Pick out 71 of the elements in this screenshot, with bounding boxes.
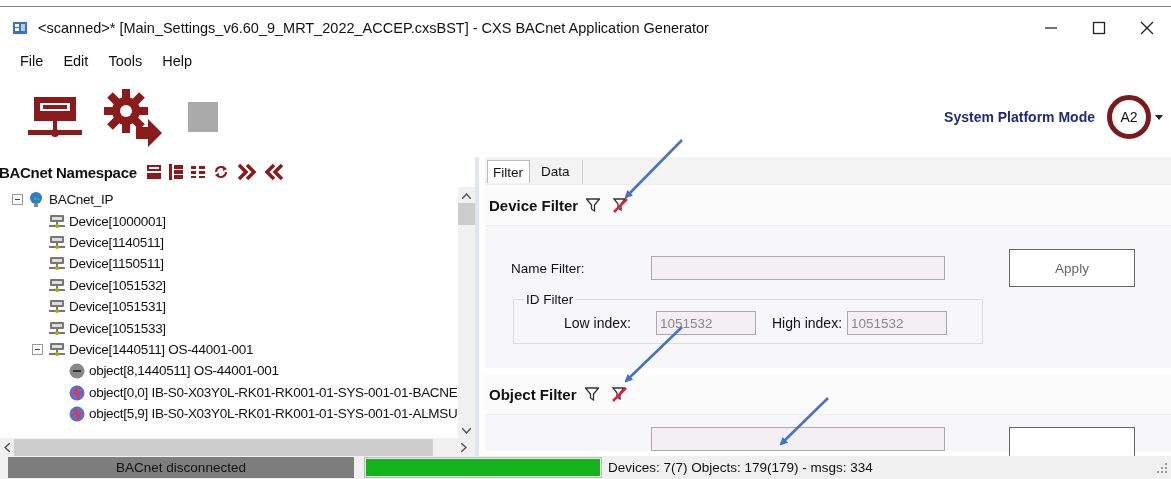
tree-item[interactable]: Device[1150511] — [69, 256, 164, 272]
collapse-all-icon[interactable] — [264, 163, 285, 181]
window-title: <scanned>* [Main_Settings_v6.60_9_MRT_2022_ACCEP.cxsBST] - CXS BACnet Application Generator — [38, 20, 710, 36]
maximize-icon[interactable] — [1092, 21, 1106, 35]
menu-item[interactable]: Tools — [108, 53, 143, 77]
app-icon — [12, 20, 28, 36]
tree-item[interactable]: Device[1000001] — [69, 213, 166, 229]
resize-grip-icon[interactable] — [1157, 462, 1167, 473]
tab[interactable]: Data — [533, 160, 583, 184]
close-icon[interactable] — [1140, 21, 1154, 35]
menu-item[interactable]: Edit — [63, 53, 89, 77]
expand-all-icon[interactable] — [236, 163, 257, 181]
panel-title: BACnet Namespace — [0, 163, 137, 181]
expand-toggle[interactable] — [32, 343, 43, 355]
apply-button[interactable] — [1009, 427, 1135, 456]
field-label: Name Filter: — [511, 260, 586, 276]
status-summary: Devices: 7(7) Objects: 179(179) - msgs: 334 — [608, 460, 873, 475]
tree-item[interactable]: Device[1051532] — [69, 277, 166, 293]
server-icon — [48, 298, 66, 316]
gear-arrow-icon[interactable] — [102, 87, 164, 147]
tree-item[interactable]: BACnet_IP — [49, 192, 114, 208]
menu-item[interactable]: File — [20, 53, 44, 77]
tree-item[interactable]: object[8,1440511] OS-44001-001 — [89, 363, 279, 379]
vertical-scrollbar[interactable] — [458, 187, 475, 438]
connection-status: BACnet disconnected — [8, 457, 354, 478]
scroll-down-icon[interactable] — [462, 428, 471, 434]
name-filter-field[interactable] — [651, 256, 945, 280]
filter-icon[interactable] — [584, 387, 599, 401]
wave-sphere-icon — [68, 383, 86, 401]
tree-item[interactable]: Device[1440511] OS-44001-001 — [69, 341, 254, 357]
scroll-right-icon[interactable] — [461, 442, 467, 452]
name-filter-field[interactable] — [651, 427, 945, 451]
horizontal-scrollbar[interactable] — [0, 438, 475, 456]
tree-view-icon[interactable] — [168, 164, 183, 180]
server-icon — [48, 212, 66, 230]
wave-sphere-icon — [68, 405, 86, 423]
group-title: ID Filter — [525, 292, 575, 307]
scroll-up-icon[interactable] — [462, 193, 471, 199]
tab[interactable]: Filter — [487, 160, 530, 183]
sphere-icon — [68, 362, 86, 380]
field-label: Low index: — [564, 315, 632, 331]
annotation-arrow — [779, 397, 829, 446]
mode-label: System Platform Mode — [944, 109, 1095, 125]
tree-item[interactable]: Device[1051531] — [69, 299, 166, 315]
dropdown-caret-icon[interactable] — [1155, 114, 1163, 120]
clear-filter-icon[interactable] — [612, 197, 629, 213]
refresh-icon[interactable] — [212, 164, 229, 180]
field-label: High index: — [772, 315, 844, 331]
section-title: Object Filter — [489, 385, 577, 403]
server-icon — [48, 276, 66, 294]
collapse-list-icon[interactable] — [146, 165, 161, 179]
expand-toggle[interactable] — [12, 194, 23, 206]
server-icon — [48, 255, 66, 273]
menu-item[interactable]: Help — [162, 53, 193, 77]
tree-item[interactable]: Device[1140511] — [69, 234, 164, 250]
filter-icon[interactable] — [586, 198, 601, 212]
annotation-arrow — [624, 139, 683, 199]
grid-list-icon[interactable] — [190, 166, 205, 178]
server-icon — [48, 319, 66, 337]
apply-button[interactable]: Apply — [1009, 249, 1135, 287]
tree-item[interactable]: object[5,9] IB-S0-X03Y0L-RK01-RK001-01-SYS-001-01-ALMSU — [89, 406, 458, 422]
scroll-thumb[interactable] — [458, 203, 475, 225]
section-title: Device Filter — [489, 196, 579, 214]
annotation-arrow — [624, 326, 683, 383]
mode-badge[interactable]: A2 — [1107, 95, 1151, 139]
tree-item[interactable]: object[0,0] IB-S0-X03Y0L-RK01-RK001-01-SYS-001-01-BACNE — [89, 384, 458, 400]
server-icon — [48, 233, 66, 251]
clear-filter-icon[interactable] — [610, 386, 627, 402]
server-icon — [48, 340, 66, 358]
tree-item[interactable]: Device[1051533] — [69, 320, 166, 336]
scroll-left-icon[interactable] — [4, 442, 10, 452]
